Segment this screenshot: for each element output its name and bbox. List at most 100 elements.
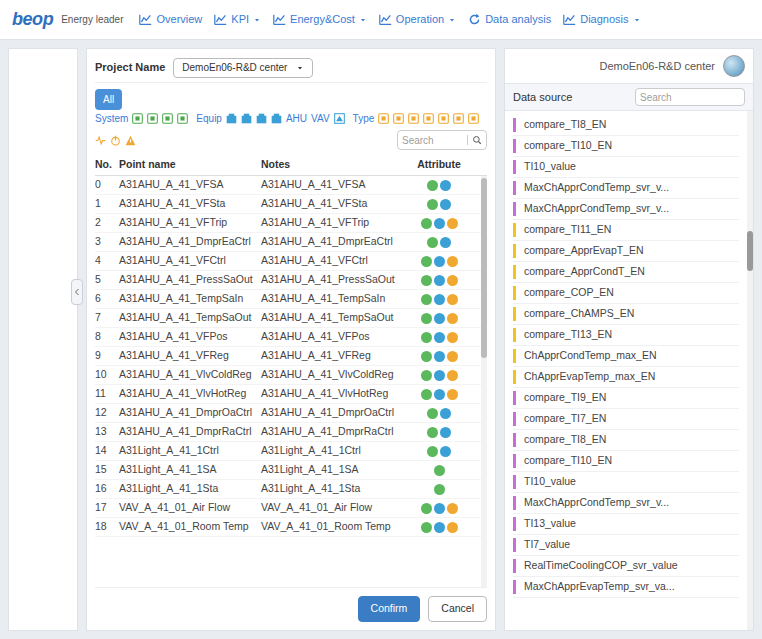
nav-label[interactable]: KPI — [231, 11, 249, 28]
power-button-icon[interactable] — [110, 135, 121, 146]
attribute-badge[interactable] — [440, 180, 451, 191]
attribute-badge[interactable] — [434, 503, 445, 514]
confirm-button[interactable]: Confirm — [358, 596, 421, 622]
scrollbar[interactable] — [481, 176, 487, 587]
table-row[interactable]: 13A31AHU_A_41_DmprRaCtrlA31AHU_A_41_Dmpr… — [95, 423, 481, 442]
nav-item[interactable]: Overview — [139, 11, 202, 28]
attribute-badge[interactable] — [447, 218, 458, 229]
data-source-item[interactable]: MaxChApprCondTemp_svr_v... — [513, 493, 739, 514]
tower-icon[interactable] — [271, 113, 282, 124]
attribute-badge[interactable] — [447, 503, 458, 514]
caret-icon[interactable] — [448, 16, 456, 24]
attribute-badge[interactable] — [434, 313, 445, 324]
attribute-badge[interactable] — [434, 351, 445, 362]
attribute-badge[interactable] — [427, 427, 438, 438]
data-source-item[interactable]: compare_COP_EN — [513, 283, 739, 304]
table-row[interactable]: 8A31AHU_A_41_VFPosA31AHU_A_41_VFPos — [95, 328, 481, 347]
power-icon[interactable] — [468, 113, 479, 124]
table-row[interactable]: 15A31Light_A_41_1SAA31Light_A_41_1SA — [95, 461, 481, 480]
attribute-badge[interactable] — [434, 294, 445, 305]
data-source-label[interactable]: MaxChApprCondTemp_svr_v... — [516, 178, 669, 198]
switch-icon[interactable] — [378, 113, 389, 124]
attribute-badge[interactable] — [421, 351, 432, 362]
search-icon[interactable] — [472, 135, 482, 145]
table-row[interactable]: 0A31AHU_A_41_VFSAA31AHU_A_41_VFSA — [95, 176, 481, 195]
attribute-badge[interactable] — [434, 370, 445, 381]
nav-item[interactable]: Data analysis — [468, 11, 551, 28]
search-input[interactable] — [398, 133, 467, 148]
attribute-badge[interactable] — [434, 275, 445, 286]
logo[interactable]: beop — [12, 6, 53, 33]
attribute-badge[interactable] — [434, 332, 445, 343]
data-source-label[interactable]: ChApprEvapTemp_max_EN — [516, 367, 655, 387]
table-row[interactable]: 3A31AHU_A_41_DmprEaCtrlA31AHU_A_41_DmprE… — [95, 233, 481, 252]
table-row[interactable]: 18VAV_A_41_01_Room TempVAV_A_41_01_Room … — [95, 518, 481, 537]
attribute-badge[interactable] — [427, 408, 438, 419]
attribute-badge[interactable] — [440, 427, 451, 438]
attribute-badge[interactable] — [434, 522, 445, 533]
attribute-badge[interactable] — [427, 180, 438, 191]
attribute-badge[interactable] — [427, 446, 438, 457]
data-source-label[interactable]: TI13_value — [516, 514, 576, 534]
data-source-search[interactable] — [635, 88, 745, 106]
attribute-badge[interactable] — [421, 503, 432, 514]
data-source-item[interactable]: compare_TI7_EN — [513, 409, 739, 430]
attribute-badge[interactable] — [447, 332, 458, 343]
data-source-label[interactable]: compare_TI8_EN — [516, 430, 606, 450]
setting-icon[interactable] — [393, 113, 404, 124]
data-source-label[interactable]: TI7_value — [516, 535, 570, 555]
caret-icon[interactable] — [253, 16, 261, 24]
temperature-icon[interactable] — [408, 113, 419, 124]
nav-label[interactable]: Data analysis — [485, 11, 551, 28]
attribute-badge[interactable] — [447, 294, 458, 305]
data-source-label[interactable]: compare_TI7_EN — [516, 409, 606, 429]
attribute-badge[interactable] — [421, 294, 432, 305]
building-icon[interactable] — [241, 113, 252, 124]
data-source-label[interactable]: MaxChApprCondTemp_svr_v... — [516, 493, 669, 513]
attribute-badge[interactable] — [440, 199, 451, 210]
data-source-label[interactable]: ChApprCondTemp_max_EN — [516, 346, 656, 366]
data-source-item[interactable]: compare_TI11_EN — [513, 220, 739, 241]
data-source-item[interactable]: MaxChApprEvapTemp_svr_va... — [513, 577, 739, 598]
data-source-item[interactable]: compare_TI13_EN — [513, 325, 739, 346]
data-source-item[interactable]: RealTimeCoolingCOP_svr_value — [513, 556, 739, 577]
data-source-label[interactable]: RealTimeCoolingCOP_svr_value — [516, 556, 678, 576]
data-source-label[interactable]: compare_TI11_EN — [516, 220, 611, 240]
grid-icon[interactable] — [132, 113, 143, 124]
data-source-item[interactable]: compare_TI9_EN — [513, 388, 739, 409]
caret-icon[interactable] — [296, 64, 304, 72]
data-source-item[interactable]: MaxChApprCondTemp_svr_v... — [513, 199, 739, 220]
image-icon[interactable] — [334, 113, 345, 124]
nav-label[interactable]: Diagnosis — [580, 11, 628, 28]
table-row[interactable]: 1A31AHU_A_41_VFStaA31AHU_A_41_VFSta — [95, 195, 481, 214]
attribute-badge[interactable] — [447, 313, 458, 324]
data-source-label[interactable]: compare_TI8_EN — [516, 115, 606, 135]
cancel-button[interactable]: Cancel — [428, 596, 487, 622]
attribute-badge[interactable] — [421, 313, 432, 324]
caret-icon[interactable] — [359, 16, 367, 24]
nav-item[interactable]: Diagnosis — [563, 11, 640, 28]
warning-icon[interactable] — [125, 135, 136, 146]
nav-label[interactable]: Energy&Cost — [290, 11, 355, 28]
attribute-badge[interactable] — [447, 351, 458, 362]
equip-filter[interactable]: AHU — [286, 111, 307, 126]
data-source-label[interactable]: TI10_value — [516, 472, 576, 492]
all-button[interactable]: All — [95, 89, 122, 110]
data-source-label[interactable]: MaxChApprCondTemp_svr_v... — [516, 199, 669, 219]
table-row[interactable]: 9A31AHU_A_41_VFRegA31AHU_A_41_VFReg — [95, 347, 481, 366]
column-header[interactable]: Attribute — [403, 157, 475, 173]
avatar-icon[interactable] — [723, 55, 745, 77]
attribute-badge[interactable] — [421, 522, 432, 533]
data-source-item[interactable]: TI13_value — [513, 514, 739, 535]
attribute-badge[interactable] — [434, 484, 445, 495]
data-source-item[interactable]: compare_TI8_EN — [513, 430, 739, 451]
attribute-badge[interactable] — [421, 389, 432, 400]
data-source-item[interactable]: TI10_value — [513, 157, 739, 178]
data-source-label[interactable]: compare_ApprEvapT_EN — [516, 241, 644, 261]
equip-filter[interactable]: VAV — [311, 111, 330, 126]
data-source-item[interactable]: ChApprCondTemp_max_EN — [513, 346, 739, 367]
caret-icon[interactable] — [633, 16, 641, 24]
network-icon[interactable] — [147, 113, 158, 124]
pipe-icon[interactable] — [177, 113, 188, 124]
attribute-badge[interactable] — [447, 256, 458, 267]
